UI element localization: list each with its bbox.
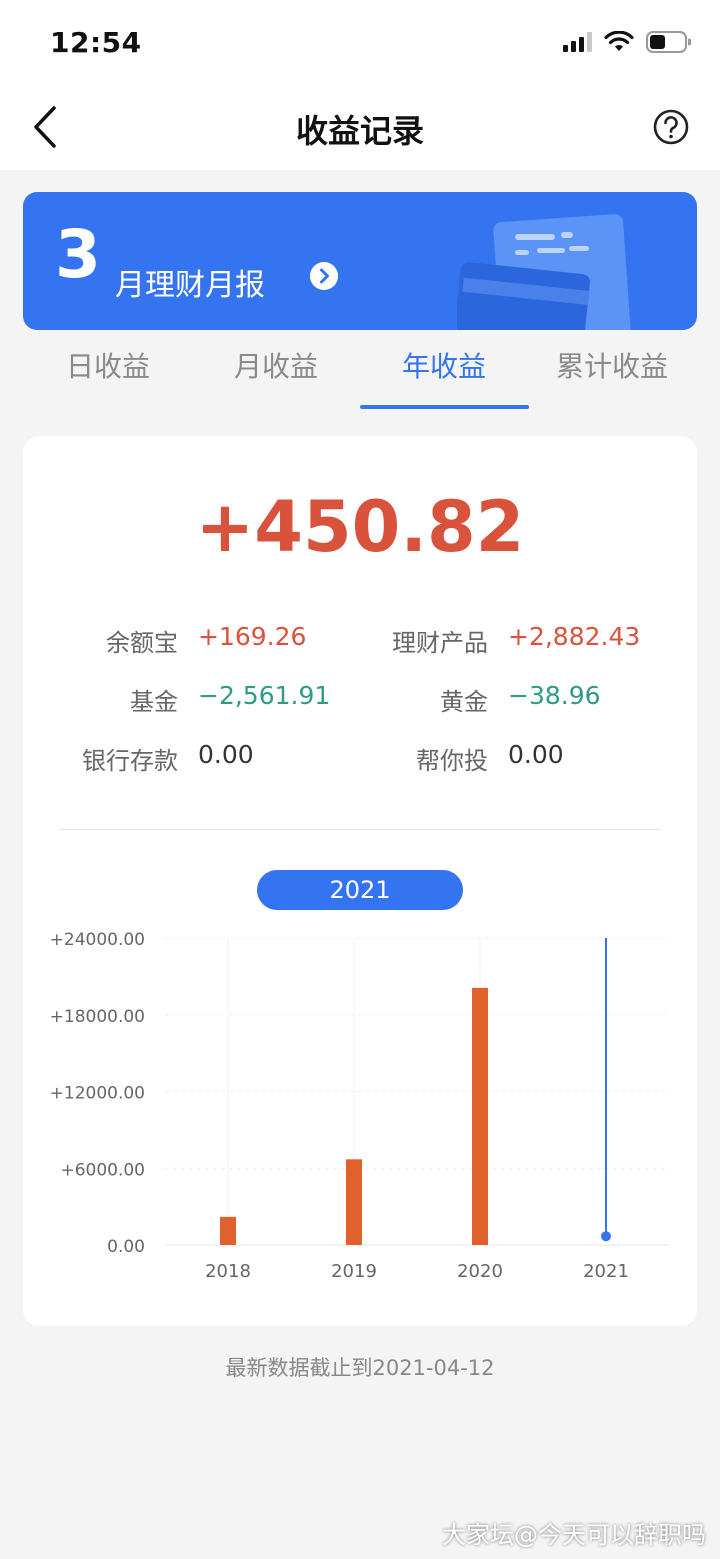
report-illustration-icon	[457, 214, 632, 330]
value-fund: −2,561.91	[198, 681, 331, 710]
value-help-invest: 0.00	[508, 740, 564, 769]
label-bank-deposit: 银行存款	[82, 747, 178, 775]
monthly-report-banner[interactable]: 3 月理财月报	[23, 192, 697, 330]
wifi-icon	[604, 31, 634, 51]
label-help-invest: 帮你投	[416, 747, 488, 775]
tab-bar: 日收益 月收益 年收益 累计收益	[0, 345, 720, 411]
data-point	[601, 1231, 611, 1242]
tab-monthly[interactable]: 月收益	[192, 345, 360, 385]
tab-yearly[interactable]: 年收益	[360, 345, 528, 385]
yearly-earnings-chart: 0.00 +6000.00 +12000.00 +18000.00 +24000.00 2…	[50, 930, 669, 1282]
label-yuebao: 余额宝	[106, 629, 178, 657]
banner-month-number: 3	[55, 216, 101, 293]
bar	[220, 1216, 236, 1245]
help-icon[interactable]	[652, 108, 690, 146]
y-tick-label: +12000.00	[50, 1084, 145, 1104]
status-time: 12:54	[50, 26, 142, 59]
total-earnings: +450.82	[195, 486, 525, 568]
status-icons	[563, 30, 692, 54]
banner-label: 月理财月报	[115, 268, 265, 303]
x-tick-label: 2021	[583, 1261, 629, 1282]
battery-icon	[646, 31, 691, 53]
divider	[60, 829, 660, 830]
x-tick-label: 2019	[331, 1261, 377, 1282]
y-tick-label: +6000.00	[60, 1160, 145, 1180]
page-title: 收益记录	[295, 112, 424, 150]
signal-icon	[563, 32, 592, 52]
earnings-card: +450.82 余额宝 +169.26 理财产品 +2,882.43 基金 −2…	[23, 436, 697, 1326]
value-gold: −38.96	[508, 681, 601, 710]
value-bank-deposit: 0.00	[198, 740, 254, 769]
tab-daily[interactable]: 日收益	[24, 345, 192, 385]
chevron-right-icon	[310, 262, 338, 290]
selected-year-pill[interactable]: 2021	[257, 870, 463, 910]
bar	[472, 987, 488, 1245]
tab-active-indicator	[360, 405, 529, 409]
y-tick-label: +24000.00	[50, 930, 145, 950]
data-cutoff-note: 最新数据截止到2021-04-12	[225, 1356, 495, 1380]
status-bar: 12:54	[0, 0, 720, 88]
label-wealth-products: 理财产品	[392, 629, 488, 657]
value-wealth-products: +2,882.43	[508, 622, 641, 651]
x-tick-label: 2018	[205, 1261, 251, 1282]
label-gold: 黄金	[440, 688, 488, 716]
tab-cumulative[interactable]: 累计收益	[528, 345, 696, 385]
x-tick-label: 2020	[457, 1261, 503, 1282]
label-fund: 基金	[130, 688, 178, 716]
nav-bar: 收益记录	[0, 88, 720, 170]
watermark: 大家坛@今天可以辞职吗	[442, 1521, 706, 1549]
y-tick-label: 0.00	[107, 1237, 145, 1257]
value-yuebao: +169.26	[198, 622, 307, 651]
bar	[346, 1159, 362, 1245]
y-tick-label: +18000.00	[50, 1007, 145, 1027]
